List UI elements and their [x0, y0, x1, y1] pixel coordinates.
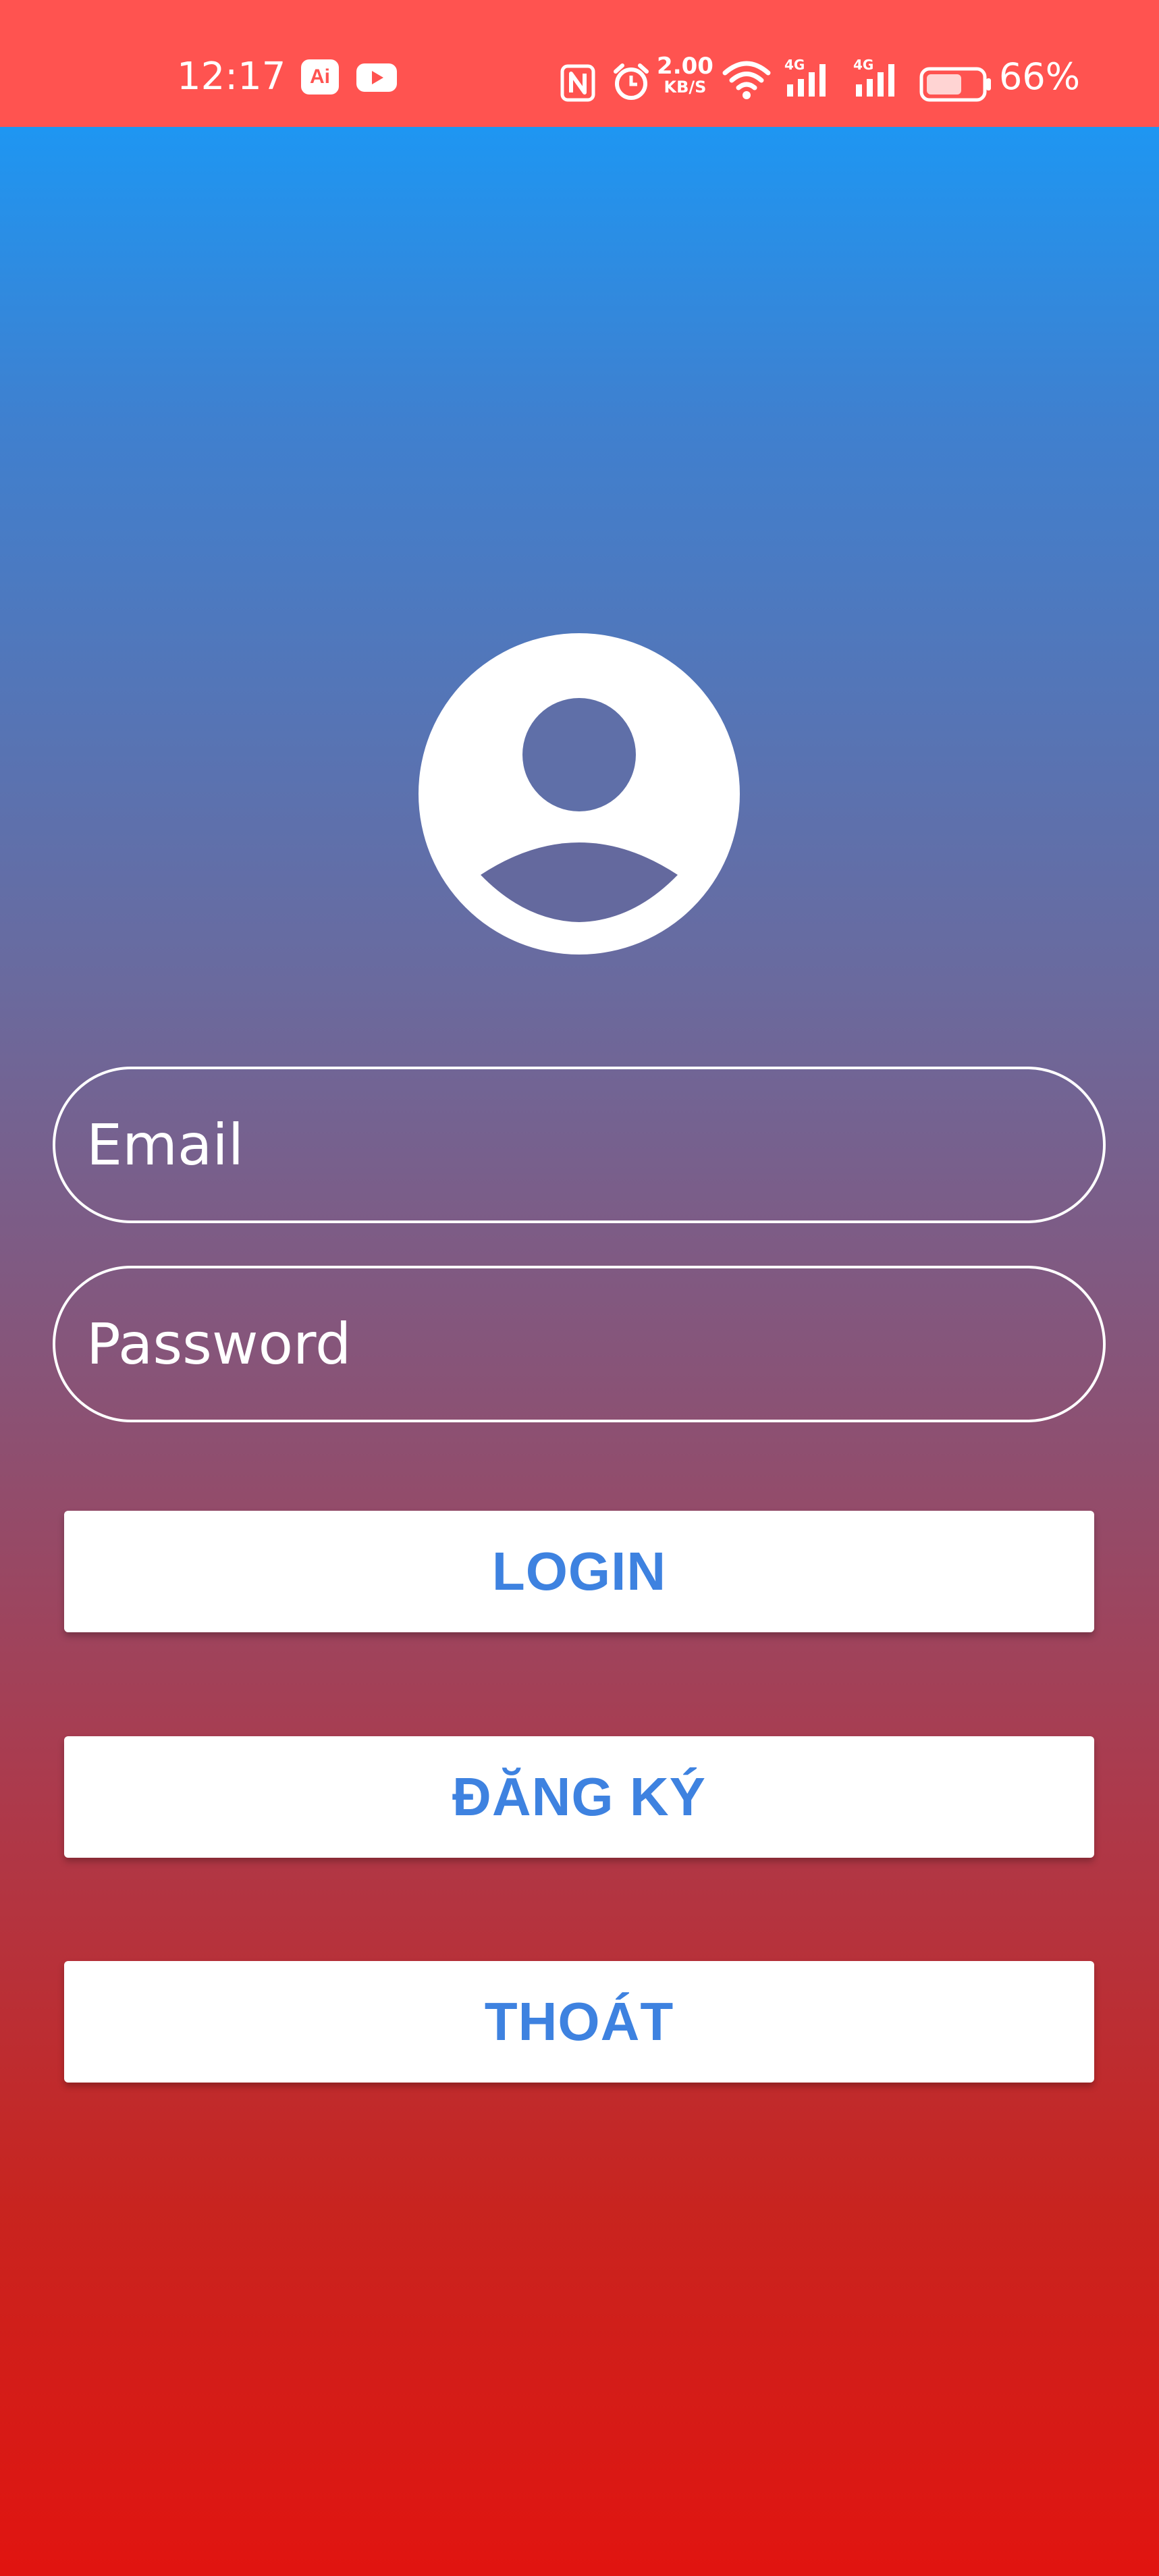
ai-app-icon: Ai [301, 59, 339, 95]
wifi-icon [722, 61, 771, 99]
register-button[interactable]: ĐĂNG KÝ [64, 1736, 1094, 1858]
status-bar: 12:17 Ai 2.00 KB/S 4G 4G 66% [0, 0, 1159, 127]
cell-signal-icon: 4G [784, 57, 826, 97]
battery-percent: 66% [999, 55, 1081, 98]
exit-button[interactable]: THOÁT [64, 1961, 1094, 2083]
account-circle-icon [419, 633, 740, 955]
alarm-icon [614, 63, 649, 100]
email-field[interactable] [53, 1067, 1106, 1223]
cell-signal-icon: 4G [853, 57, 894, 97]
network-type-label: 4G [853, 57, 873, 73]
battery-icon [919, 67, 991, 102]
password-field[interactable] [53, 1266, 1106, 1422]
battery-fill [927, 74, 961, 95]
network-speed: 2.00 KB/S [656, 54, 714, 96]
network-speed-value: 2.00 [657, 53, 713, 80]
network-speed-unit: KB/S [664, 78, 707, 97]
nfc-icon [560, 64, 595, 102]
youtube-icon [356, 63, 397, 92]
login-button[interactable]: LOGIN [64, 1511, 1094, 1632]
status-time: 12:17 [177, 55, 286, 99]
network-type-label: 4G [784, 57, 805, 73]
